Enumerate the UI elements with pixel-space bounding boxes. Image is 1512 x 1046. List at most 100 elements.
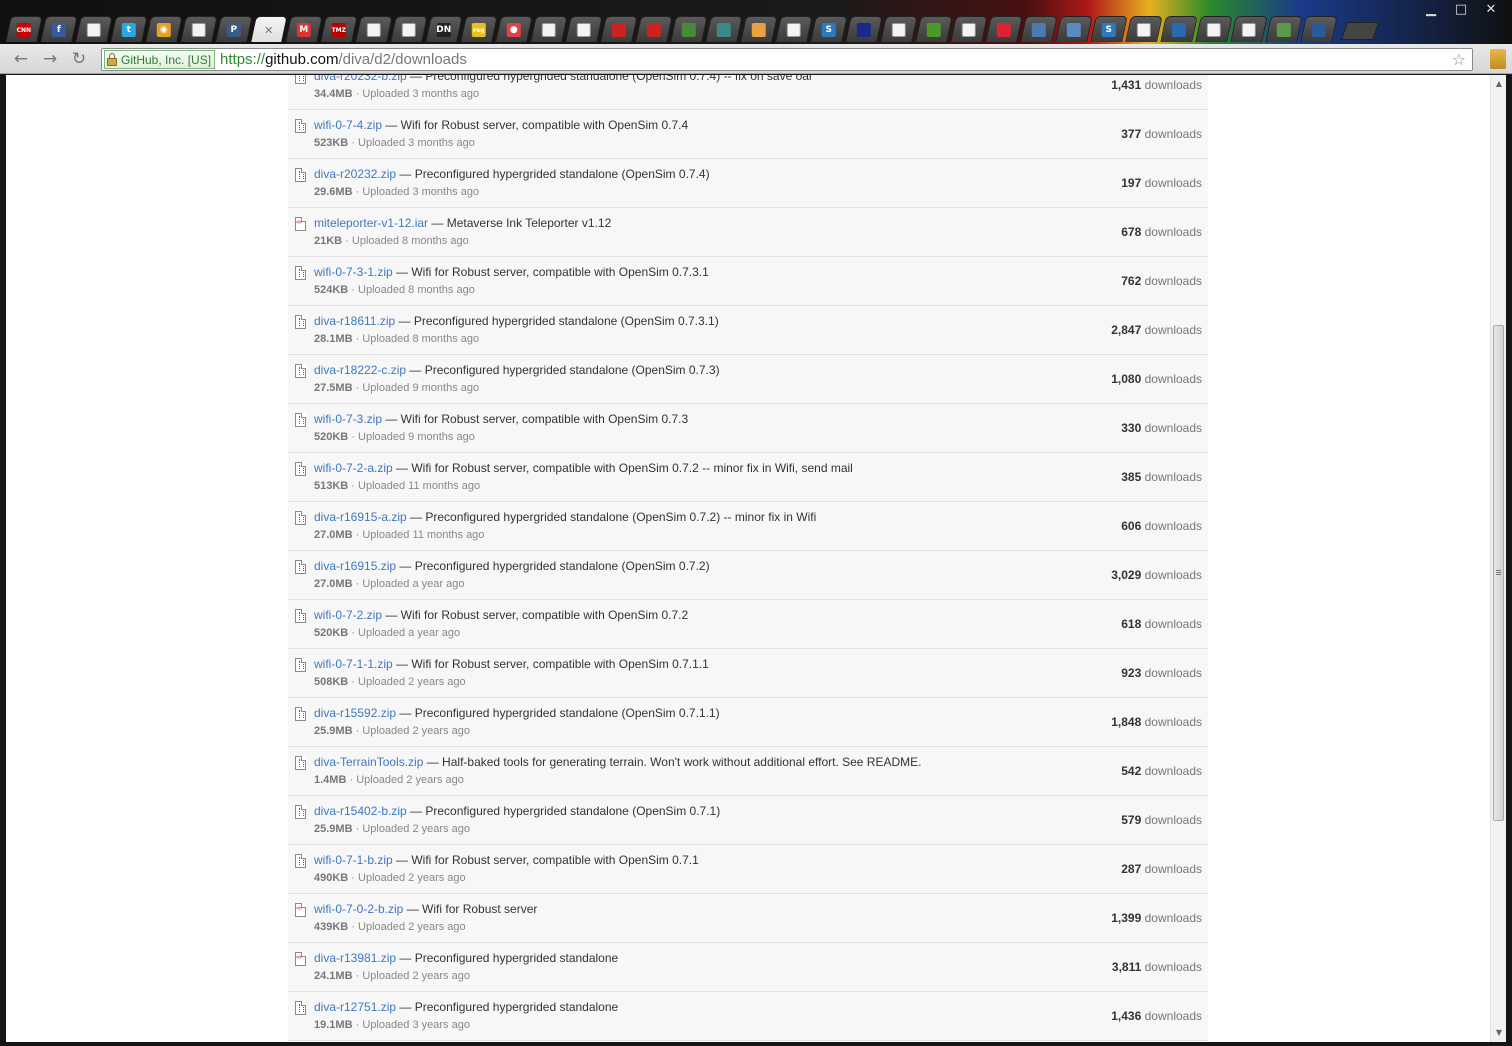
ev-certificate-badge[interactable]: GitHub, Inc. [US] bbox=[104, 50, 216, 69]
blue-icon bbox=[1171, 22, 1186, 37]
download-count-number: 3,029 bbox=[1111, 568, 1142, 582]
browser-tab[interactable] bbox=[1160, 16, 1198, 42]
browser-tab[interactable]: f bbox=[40, 16, 78, 42]
download-link[interactable]: diva-r16915-a.zip bbox=[314, 510, 407, 524]
browser-tab[interactable] bbox=[1020, 16, 1058, 42]
browser-tab[interactable]: ✕ bbox=[250, 16, 288, 42]
browser-tab[interactable]: DN bbox=[425, 16, 463, 42]
download-row: diva-r16915-a.zip — Preconfigured hyperg… bbox=[288, 502, 1208, 551]
meta-separator: · bbox=[348, 872, 359, 884]
browser-tab[interactable]: t bbox=[110, 16, 148, 42]
downloads-list: diva-r20232-b.zip — Preconfigured hyperg… bbox=[288, 75, 1208, 1041]
back-arrow-icon[interactable]: ← bbox=[10, 48, 32, 70]
browser-tab[interactable] bbox=[915, 16, 953, 42]
browser-tab[interactable] bbox=[985, 16, 1023, 42]
download-link[interactable]: wifi-0-7-3-1.zip bbox=[314, 265, 393, 279]
zip-file-icon bbox=[295, 854, 306, 868]
download-link[interactable]: diva-r15592.zip bbox=[314, 706, 396, 720]
reload-icon[interactable]: ↻ bbox=[68, 48, 90, 70]
vertical-scrollbar[interactable]: ▲ ▼ bbox=[1490, 75, 1506, 1042]
download-count-label: downloads bbox=[1144, 764, 1202, 778]
browser-tab[interactable]: ● bbox=[495, 16, 533, 42]
download-link[interactable]: diva-r20232.zip bbox=[314, 167, 396, 181]
download-link[interactable]: diva-r15402-b.zip bbox=[314, 804, 407, 818]
browser-tab[interactable] bbox=[565, 16, 603, 42]
close-window-button[interactable]: ✕ bbox=[1476, 0, 1506, 18]
download-link[interactable]: miteleporter-v1-12.iar bbox=[314, 216, 428, 230]
browser-tab[interactable] bbox=[1300, 16, 1338, 42]
browser-tab[interactable]: TMZ bbox=[320, 16, 358, 42]
browser-tab[interactable]: reg bbox=[460, 16, 498, 42]
download-link[interactable]: wifi-0-7-2.zip bbox=[314, 608, 382, 622]
browser-tab[interactable]: S bbox=[1090, 16, 1128, 42]
forward-arrow-icon[interactable]: → bbox=[39, 48, 61, 70]
download-link[interactable]: wifi-0-7-4.zip bbox=[314, 118, 382, 132]
download-link[interactable]: wifi-0-7-2-a.zip bbox=[314, 461, 393, 475]
download-link[interactable]: diva-r12751.zip bbox=[314, 1000, 396, 1014]
meta-separator: · bbox=[352, 529, 363, 541]
download-link[interactable]: wifi-0-7-3.zip bbox=[314, 412, 382, 426]
scrollbar-thumb[interactable] bbox=[1493, 325, 1504, 821]
browser-tab[interactable] bbox=[390, 16, 428, 42]
download-link[interactable]: diva-r16915.zip bbox=[314, 559, 396, 573]
file-size: 24.1MB bbox=[314, 970, 353, 982]
browser-tab[interactable] bbox=[705, 16, 743, 42]
browser-tab[interactable] bbox=[1230, 16, 1268, 42]
browser-tab[interactable] bbox=[1125, 16, 1163, 42]
download-meta: 490KB · Uploaded 2 years ago bbox=[314, 872, 466, 884]
browser-tab[interactable] bbox=[180, 16, 218, 42]
browser-tab[interactable]: ◉ bbox=[145, 16, 183, 42]
upload-time: Uploaded 2 years ago bbox=[358, 872, 466, 884]
download-link[interactable]: diva-r18222-c.zip bbox=[314, 363, 406, 377]
download-count-label: downloads bbox=[1144, 715, 1202, 729]
browser-tab[interactable] bbox=[950, 16, 988, 42]
browser-tab[interactable] bbox=[740, 16, 778, 42]
meta-separator: · bbox=[352, 725, 363, 737]
browser-tab[interactable] bbox=[880, 16, 918, 42]
browser-tab[interactable] bbox=[600, 16, 638, 42]
scroll-down-arrow-icon[interactable]: ▼ bbox=[1491, 1026, 1506, 1040]
download-meta: 520KB · Uploaded a year ago bbox=[314, 627, 460, 639]
browser-tab[interactable] bbox=[75, 16, 113, 42]
browser-tab[interactable] bbox=[530, 16, 568, 42]
close-icon[interactable]: ✕ bbox=[262, 23, 276, 37]
download-link[interactable]: diva-TerrainTools.zip bbox=[314, 755, 423, 769]
bookmark-star-icon[interactable]: ☆ bbox=[1452, 50, 1466, 69]
download-count: 197 downloads bbox=[1121, 176, 1202, 190]
minimize-button[interactable]: ▁ bbox=[1416, 0, 1446, 18]
url-text[interactable]: https://github.com/diva/d2/downloads bbox=[220, 51, 467, 68]
code-file-icon bbox=[295, 217, 306, 231]
download-link[interactable]: diva-r20232-b.zip bbox=[314, 75, 407, 83]
new-tab-button[interactable] bbox=[1340, 22, 1380, 40]
file-size: 520KB bbox=[314, 431, 349, 443]
browser-tab[interactable] bbox=[1195, 16, 1233, 42]
browser-tab[interactable] bbox=[355, 16, 393, 42]
download-count: 1,080 downloads bbox=[1111, 372, 1202, 386]
browser-tab[interactable] bbox=[845, 16, 883, 42]
browser-tab[interactable] bbox=[1055, 16, 1093, 42]
zip-file-icon bbox=[295, 511, 306, 525]
browser-tab[interactable]: CNN bbox=[5, 16, 43, 42]
download-link[interactable]: wifi-0-7-1-1.zip bbox=[314, 657, 393, 671]
scroll-up-arrow-icon[interactable]: ▲ bbox=[1491, 77, 1506, 91]
browser-tab[interactable]: S bbox=[810, 16, 848, 42]
download-link[interactable]: wifi-0-7-1-b.zip bbox=[314, 853, 393, 867]
address-bar[interactable]: GitHub, Inc. [US] https://github.com/div… bbox=[101, 48, 1473, 71]
download-meta: 21KB · Uploaded 8 months ago bbox=[314, 235, 469, 247]
browser-tab[interactable]: P bbox=[215, 16, 253, 42]
maximize-button[interactable]: □ bbox=[1446, 0, 1476, 18]
download-link[interactable]: diva-r13981.zip bbox=[314, 951, 396, 965]
browser-tab[interactable] bbox=[635, 16, 673, 42]
page-icon bbox=[86, 22, 101, 37]
download-link[interactable]: wifi-0-7-0-2-b.zip bbox=[314, 902, 403, 916]
browser-tab[interactable] bbox=[775, 16, 813, 42]
page-icon bbox=[541, 22, 556, 37]
download-link[interactable]: diva-r18611.zip bbox=[314, 314, 395, 328]
download-description: — Preconfigured hypergrided standalone (… bbox=[396, 167, 710, 181]
browser-tab[interactable]: M bbox=[285, 16, 323, 42]
browser-tab[interactable] bbox=[1265, 16, 1303, 42]
download-title: diva-r18611.zip — Preconfigured hypergri… bbox=[314, 314, 719, 328]
chrome-menu-icon[interactable] bbox=[1490, 49, 1506, 69]
browser-tab[interactable] bbox=[670, 16, 708, 42]
dn-icon: DN bbox=[436, 22, 452, 37]
